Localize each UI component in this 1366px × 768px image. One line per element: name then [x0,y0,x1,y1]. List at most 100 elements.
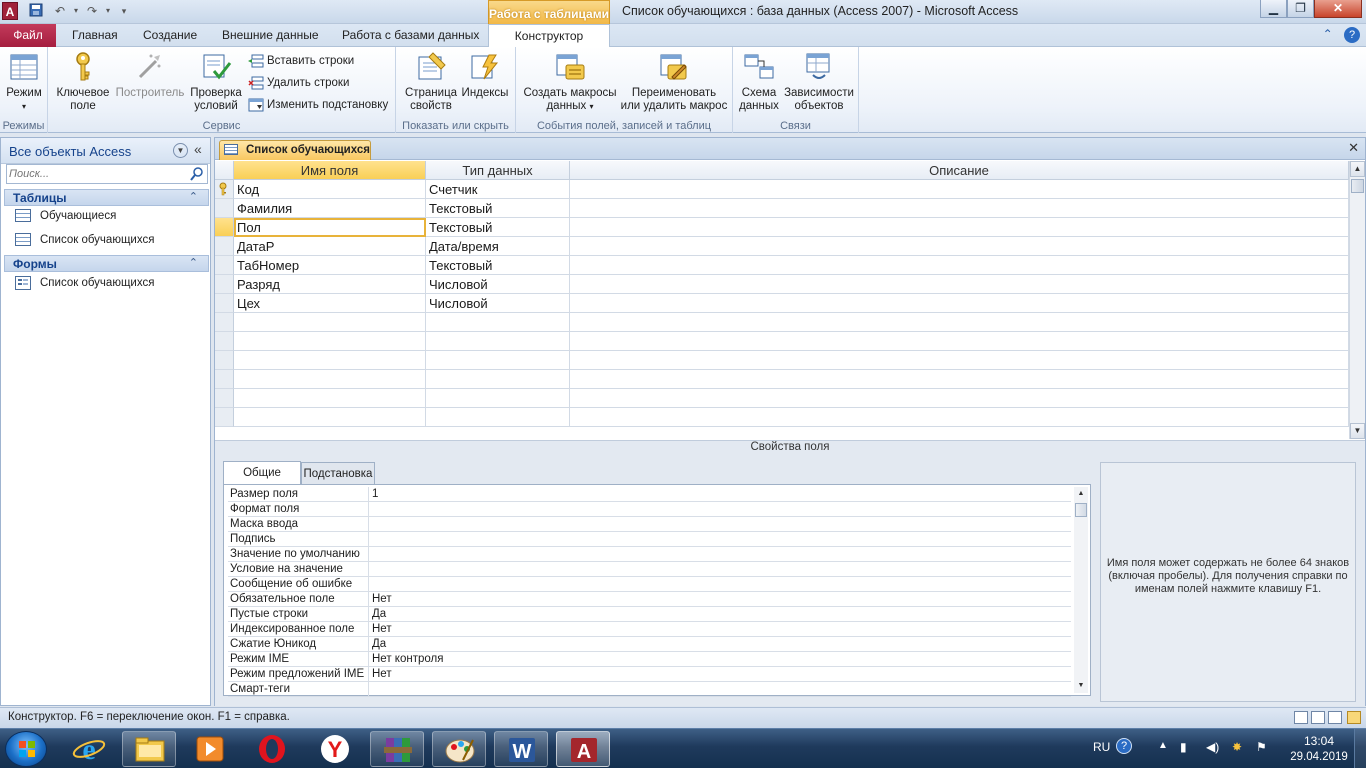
row-selector[interactable] [215,218,234,237]
object-dependencies-button[interactable]: Зависимости объектов [783,51,855,113]
field-name-cell[interactable]: Цех [234,294,426,313]
field-name-cell[interactable]: Код [234,180,426,199]
table-row[interactable] [215,351,1349,370]
property-value[interactable]: Нет [372,592,392,607]
volume-icon[interactable]: ◀) [1206,740,1219,754]
property-row[interactable]: Пустые строки Да [228,607,1071,622]
language-help-icon[interactable]: ? [1116,738,1132,754]
property-value[interactable]: Да [372,607,386,622]
nav-item-form-students-list[interactable]: Список обучающихся [15,273,154,293]
primary-key-button[interactable]: Ключевое поле [54,51,112,113]
property-row[interactable]: Смарт-теги [228,682,1071,697]
property-value[interactable]: Нет контроля [372,652,443,667]
property-row[interactable]: Сжатие Юникод Да [228,637,1071,652]
redo-icon[interactable]: ↷ [84,3,100,19]
description-cell[interactable] [570,389,1349,408]
description-cell[interactable] [570,332,1349,351]
data-type-cell[interactable] [426,370,570,389]
scroll-down-icon[interactable]: ▼ [1074,679,1088,693]
customize-qat-icon[interactable]: ▾ [116,3,132,19]
property-value[interactable]: Нет [372,622,392,637]
description-cell[interactable] [570,408,1349,427]
row-selector[interactable] [215,389,234,408]
delete-rows-button[interactable]: Удалить строки [248,74,349,92]
data-type-cell[interactable]: Текстовый [426,218,570,237]
row-selector[interactable] [215,180,234,199]
collapse-section-icon[interactable]: ⌃ [189,190,198,203]
tab-external-data[interactable]: Внешние данные [214,24,327,47]
table-row[interactable]: Разряд Числовой [215,275,1349,294]
property-row[interactable]: Сообщение об ошибке [228,577,1071,592]
data-type-cell[interactable]: Числовой [426,294,570,313]
undo-dropdown-icon[interactable]: ▾ [68,3,84,19]
table-row[interactable]: ТабНомер Текстовый [215,256,1349,275]
nav-search-box[interactable] [6,164,208,184]
property-row[interactable]: Формат поля [228,502,1071,517]
description-cell[interactable] [570,256,1349,275]
field-name-cell[interactable]: Фамилия [234,199,426,218]
yandex-browser-icon[interactable]: Y [308,731,362,767]
column-header-description[interactable]: Описание [570,161,1349,180]
field-name-cell[interactable] [234,332,426,351]
data-type-cell[interactable] [426,408,570,427]
document-tab[interactable]: Список обучающихся [219,140,371,160]
row-selector[interactable] [215,294,234,313]
row-selector[interactable] [215,199,234,218]
table-row[interactable]: Пол Текстовый [215,218,1349,237]
modify-lookups-button[interactable]: Изменить подстановку [248,96,388,114]
property-row[interactable]: Обязательное поле Нет [228,592,1071,607]
data-type-cell[interactable] [426,332,570,351]
row-selector[interactable] [215,313,234,332]
scroll-down-icon[interactable]: ▼ [1350,423,1365,439]
media-player-icon[interactable] [183,731,237,767]
description-cell[interactable] [570,218,1349,237]
test-validation-rules-button[interactable]: Проверка условий [188,51,244,113]
flag-icon[interactable]: ⚑ [1256,740,1267,754]
field-name-cell[interactable] [234,370,426,389]
maximize-button[interactable]: ❐ [1287,0,1314,18]
row-selector[interactable] [215,256,234,275]
nav-title[interactable]: Все объекты Access [9,144,131,159]
field-name-cell[interactable] [234,408,426,427]
data-type-cell[interactable] [426,351,570,370]
property-value[interactable]: Да [372,637,386,652]
grid-vertical-scrollbar[interactable]: ▲ ▼ [1349,161,1365,439]
table-row[interactable]: ДатаР Дата/время [215,237,1349,256]
description-cell[interactable] [570,180,1349,199]
internet-explorer-icon[interactable]: e [62,731,116,767]
scroll-thumb[interactable] [1351,179,1364,193]
tab-design[interactable]: Конструктор [488,24,610,48]
property-scrollbar[interactable]: ▲ ▼ [1074,487,1088,693]
builder-button[interactable]: Построитель [114,51,186,100]
field-name-cell[interactable] [234,351,426,370]
property-value[interactable]: 1 [372,487,378,502]
help-icon[interactable]: ? [1344,27,1360,43]
nav-section-forms[interactable]: Формы ⌃ [4,255,209,272]
row-selector[interactable] [215,332,234,351]
redo-dropdown-icon[interactable]: ▾ [100,3,116,19]
table-row[interactable] [215,332,1349,351]
field-name-cell[interactable]: Разряд [234,275,426,294]
data-type-cell[interactable]: Числовой [426,275,570,294]
property-row[interactable]: Значение по умолчанию [228,547,1071,562]
property-row[interactable]: Режим IME Нет контроля [228,652,1071,667]
view-button[interactable]: Режим ▾ [4,51,44,113]
nav-item-table-students[interactable]: Обучающиеся [15,206,116,226]
tab-home[interactable]: Главная [64,24,126,47]
row-selector[interactable] [215,237,234,256]
tab-file[interactable]: Файл [0,24,56,47]
rename-delete-macro-button[interactable]: Переименовать или удалить макрос [620,51,728,113]
close-document-icon[interactable]: ✕ [1348,140,1359,156]
nav-section-tables[interactable]: Таблицы ⌃ [4,189,209,206]
row-selector[interactable] [215,351,234,370]
description-cell[interactable] [570,275,1349,294]
field-name-cell[interactable]: Пол [234,218,426,237]
row-selector[interactable] [215,275,234,294]
table-row[interactable]: Цех Числовой [215,294,1349,313]
insert-rows-button[interactable]: Вставить строки [248,52,354,70]
table-row[interactable] [215,389,1349,408]
save-icon[interactable] [28,3,44,19]
field-name-cell[interactable] [234,313,426,332]
property-row[interactable]: Условие на значение [228,562,1071,577]
table-row[interactable] [215,408,1349,427]
